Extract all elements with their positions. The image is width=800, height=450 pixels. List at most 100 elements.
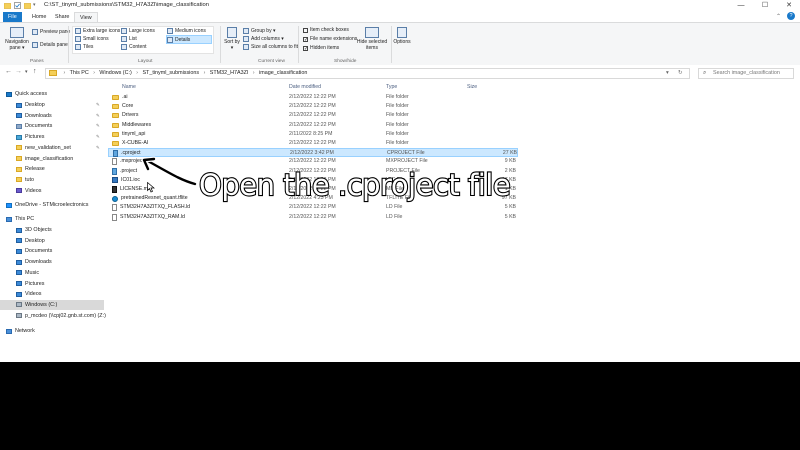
file-row[interactable]: tinyml_api 2/11/2022 8:25 PM File folder xyxy=(108,130,518,139)
navigation-pane-icon xyxy=(10,27,24,38)
file-row[interactable]: STM32H7A3ZITXQ_RAM.ld 2/12/2022 12:22 PM L… xyxy=(108,213,518,222)
extra-large-icons-option[interactable]: Extra large icons xyxy=(75,28,120,34)
file-name-extensions-toggle[interactable]: ✓ File name extensions xyxy=(303,36,357,42)
sort-by-button[interactable]: Sort by ▾ xyxy=(224,27,240,51)
size-columns-button[interactable]: Size all columns to fit xyxy=(243,44,298,50)
details-option[interactable]: Details xyxy=(166,35,212,44)
help-icon[interactable]: ? xyxy=(787,12,795,20)
file-name: .ai xyxy=(122,94,128,100)
file-list: Name Date modified Type Size .ai 2/12/202… xyxy=(108,82,800,362)
hidden-items-toggle[interactable]: ✓ Hidden items xyxy=(303,45,339,51)
checkbox-checked-icon: ✓ xyxy=(303,45,309,52)
file-name: STM32H7A3ZITXQ_RAM.ld xyxy=(120,213,185,220)
tab-file[interactable]: File xyxy=(3,12,22,22)
refresh-icon[interactable]: ↻ xyxy=(678,69,683,78)
breadcrumb-stm32-h7a3zi[interactable]: STM32_H7A3ZI xyxy=(210,70,249,76)
breadcrumb-st-tinyml-submissions[interactable]: ST_tinyml_submissions xyxy=(142,70,199,76)
address-bar[interactable]: › This PC › Windows (C:) › ST_tinyml_sub… xyxy=(45,68,690,79)
customize-toolbar-icon[interactable]: ▾ xyxy=(33,2,40,9)
maximize-button[interactable]: ☐ xyxy=(754,0,776,12)
breadcrumb-image-classification[interactable]: image_classification xyxy=(259,70,307,76)
nav-pc-item-6[interactable]: Videos xyxy=(16,289,41,299)
breadcrumb-windows-c[interactable]: Windows (C:) xyxy=(99,70,131,76)
file-row[interactable]: .ai 2/12/2022 12:22 PM File folder xyxy=(108,93,518,102)
nav-item-label: Downloads xyxy=(25,112,52,119)
add-columns-button[interactable]: Add columns ▾ xyxy=(243,36,284,42)
nav-network[interactable]: Network xyxy=(6,326,35,336)
group-divider xyxy=(68,26,69,63)
nav-pc-item-4[interactable]: Music xyxy=(16,268,39,278)
nav-pc-item-3[interactable]: Downloads xyxy=(16,257,52,267)
column-header-type[interactable]: Type xyxy=(386,84,397,90)
nav-quick-item-4[interactable]: new_validation_set xyxy=(16,143,71,153)
details-pane-button[interactable]: Details pane xyxy=(32,42,68,48)
nav-quick-item-3[interactable]: Pictures xyxy=(16,132,44,142)
folder-icon[interactable] xyxy=(23,2,32,9)
checkmark-icon[interactable] xyxy=(14,2,21,9)
nav-pc-item-0[interactable]: 3D Objects xyxy=(16,225,52,235)
item-check-boxes-toggle[interactable]: Item check boxes xyxy=(303,27,349,33)
file-name: X-CUBE-AI xyxy=(122,140,149,146)
nav-item-label: Documents xyxy=(25,248,53,255)
file-icon xyxy=(112,213,117,221)
chevron-up-icon[interactable]: ⌃ xyxy=(776,13,781,20)
nav-quick-item-2[interactable]: Documents xyxy=(16,121,52,131)
nav-pc-item-5[interactable]: Pictures xyxy=(16,279,44,289)
options-button[interactable]: Options xyxy=(393,27,411,45)
stm32cubemx-icon xyxy=(112,177,118,184)
nav-quick-item-0[interactable]: Desktop xyxy=(16,100,45,110)
nav-quick-item-8[interactable]: Videos xyxy=(16,186,41,196)
file-row[interactable]: Middlewares 2/12/2022 12:22 PM File folder xyxy=(108,121,518,130)
minimize-button[interactable]: — xyxy=(730,0,752,12)
file-row[interactable]: STM32H7A3ZITXQ_FLASH.ld 2/12/2022 12:22 P… xyxy=(108,203,518,212)
chevron-down-icon[interactable]: ▾ xyxy=(666,69,669,78)
preview-pane-button[interactable]: Preview pane xyxy=(32,29,70,35)
column-header-date[interactable]: Date modified xyxy=(289,84,321,90)
group-by-button[interactable]: Group by ▾ xyxy=(243,28,275,34)
file-name: Core xyxy=(122,103,134,110)
nav-pc-item-8[interactable]: p_mcdeo (\\cpj02.gnb.st.com) (Z:) xyxy=(16,311,106,321)
recent-locations-icon[interactable]: ▾ xyxy=(25,69,28,75)
large-icons-option[interactable]: Large icons xyxy=(121,28,155,34)
nav-item-label: This PC xyxy=(15,216,35,222)
file-row[interactable]: X-CUBE-AI 2/12/2022 12:22 PM File folder xyxy=(108,139,518,148)
file-type: File folder xyxy=(386,94,409,100)
content-option[interactable]: Content xyxy=(121,44,147,50)
column-header-size[interactable]: Size xyxy=(467,84,477,90)
list-option[interactable]: List xyxy=(121,36,137,42)
back-arrow-icon[interactable]: ← xyxy=(5,68,12,75)
up-arrow-icon[interactable]: ↑ xyxy=(33,68,37,75)
medium-icons-option[interactable]: Medium icons xyxy=(167,28,206,34)
folder-icon xyxy=(16,156,22,161)
nav-item-label: Release xyxy=(25,166,45,173)
tiles-option[interactable]: Tiles xyxy=(75,44,93,50)
folder-icon xyxy=(16,102,22,108)
nav-pc-item-1[interactable]: Desktop xyxy=(16,236,45,246)
hide-selected-items-button[interactable]: Hide selected items xyxy=(354,27,390,51)
forward-arrow-icon[interactable]: → xyxy=(15,68,22,75)
nav-quick-item-1[interactable]: Downloads xyxy=(16,111,52,121)
tab-share[interactable]: Share xyxy=(50,12,74,22)
computer-icon xyxy=(6,216,12,222)
nav-item-label: Network xyxy=(15,328,35,334)
nav-quick-item-5[interactable]: image_classification xyxy=(16,154,73,164)
column-header-name[interactable]: Name xyxy=(122,84,136,90)
close-button[interactable]: ✕ xyxy=(778,0,800,12)
breadcrumb-this-pc[interactable]: This PC xyxy=(70,70,89,76)
nav-this-pc[interactable]: This PC xyxy=(6,214,34,224)
nav-pc-item-7[interactable]: Windows (C:) xyxy=(0,299,104,310)
search-input[interactable]: ⌕ Search image_classification xyxy=(698,68,794,79)
folder-icon xyxy=(3,2,12,9)
nav-quick-access[interactable]: Quick access xyxy=(6,89,47,99)
nav-quick-item-6[interactable]: Release xyxy=(16,164,45,174)
nav-onedrive[interactable]: OneDrive - STMicroelectronics xyxy=(6,200,88,210)
nav-pc-item-2[interactable]: Documents xyxy=(16,246,52,256)
file-row[interactable]: Drivers 2/12/2022 12:22 PM File folder xyxy=(108,111,518,120)
small-icons-option[interactable]: Small icons xyxy=(75,36,109,42)
nav-item-label: Downloads xyxy=(25,259,52,266)
pin-icon: ✎ xyxy=(96,144,100,150)
nav-quick-item-7[interactable]: tuto xyxy=(16,175,34,185)
navigation-pane-button[interactable]: Navigation pane ▾ xyxy=(4,27,30,51)
file-row[interactable]: Core 2/12/2022 12:22 PM File folder xyxy=(108,102,518,111)
tab-home[interactable]: Home xyxy=(27,12,51,22)
